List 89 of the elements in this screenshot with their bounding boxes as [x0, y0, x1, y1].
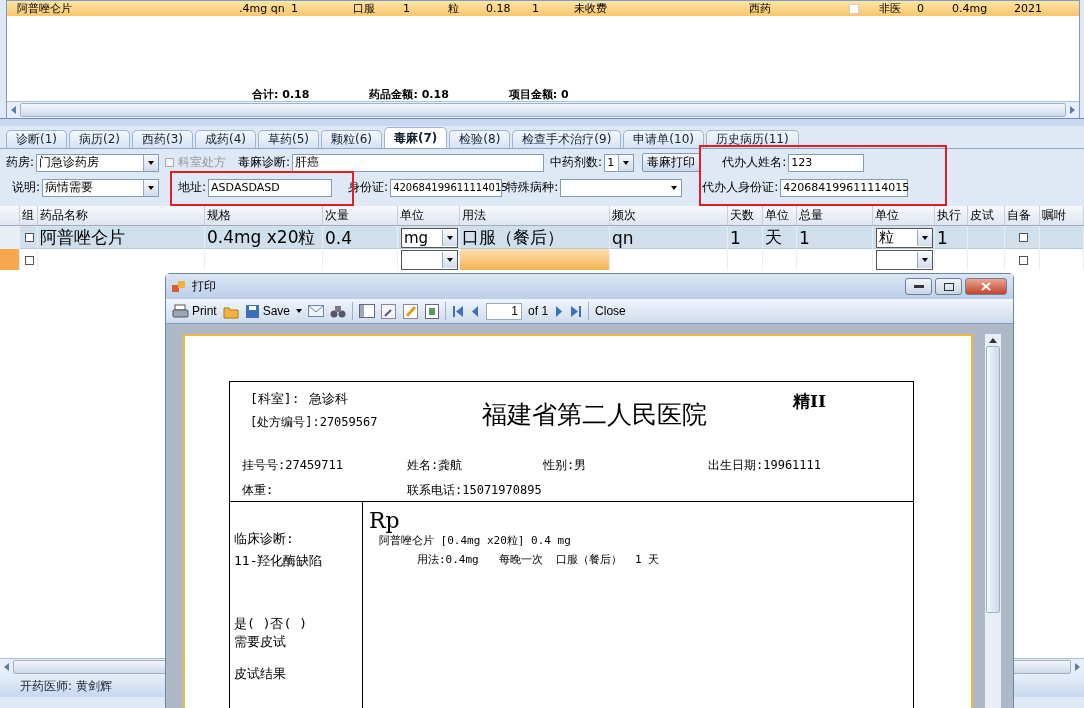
table-cell-text: 未收费: [574, 1, 608, 16]
checkbox-label: 科室处方: [178, 154, 227, 171]
table-cell-text: 口服: [353, 1, 376, 16]
tab[interactable]: 诊断(1): [6, 130, 67, 148]
table-cell-text: 0.4mg: [952, 2, 989, 15]
table-cell-text: 粒: [448, 1, 460, 16]
page-number-field[interactable]: 1: [486, 302, 523, 320]
tab[interactable]: 颗粒(6): [321, 130, 382, 148]
field-label: 中药剂数:: [550, 154, 603, 171]
column-header: 单位: [873, 206, 935, 225]
tab[interactable]: 毒麻(7): [384, 127, 448, 148]
table-cell-text: 2021: [1014, 2, 1043, 15]
tab[interactable]: 草药(5): [258, 130, 319, 148]
column-header: 组: [20, 206, 38, 225]
patient-field: 体重:: [242, 482, 407, 499]
tab[interactable]: 检查手术治疗(9): [512, 130, 622, 148]
field-label: 说明:: [12, 179, 41, 196]
agent-name-field[interactable]: 123: [788, 153, 865, 172]
column-header: 自备: [1005, 206, 1040, 225]
field-label: 特殊病种:: [506, 179, 559, 196]
diagnosis-text: 11-羟化酶缺陷: [234, 552, 324, 570]
column-header: 次量: [323, 206, 398, 225]
note-dropdown[interactable]: 病情需要: [42, 178, 160, 197]
column-header: 用法: [460, 206, 610, 225]
hospital-title: 福建省第二人民医院: [481, 399, 708, 431]
table-row[interactable]: 阿普唑仑片 0.4mg x20粒 0.4 mg 口服（餐后） qn 1 天 1 粒 1: [0, 226, 1084, 249]
table-cell-text: 0: [917, 2, 925, 15]
grid-row[interactable]: 阿普唑仑片 .4mg qn 1 口服 1 粒 0.18 1 未收费 西药 非医 0 0.4mg 2021: [7, 1, 1079, 16]
field-label: 代办人姓名:: [722, 154, 787, 171]
unit-dropdown[interactable]: mg: [401, 227, 458, 248]
dept-label: [科室]:: [250, 390, 300, 408]
total-text: 合计: 0.18: [252, 86, 310, 102]
column-header: 嘱咐: [1040, 206, 1084, 225]
patient-field: 姓名:龚航: [407, 457, 543, 474]
table-cell-text: .4mg qn: [239, 2, 286, 15]
patient-field: 性别:男: [543, 457, 708, 474]
unit-dropdown[interactable]: 粒: [876, 227, 933, 248]
close-button[interactable]: Close: [595, 304, 626, 318]
tab[interactable]: 病历(2): [69, 130, 130, 148]
column-header: 皮试: [968, 206, 1005, 225]
patient-field: 挂号号:27459711: [242, 457, 407, 474]
table-cell-text: 西药: [749, 1, 772, 16]
table-cell-text: 1: [532, 2, 540, 15]
column-header: 单位: [398, 206, 460, 225]
agent-id-field[interactable]: 420684199611114015: [780, 178, 909, 197]
window-title: 打印: [192, 278, 216, 295]
column-header: 单位: [763, 206, 797, 225]
diagnosis-label: 临床诊断:: [234, 530, 295, 548]
table-cell-text: 非医: [879, 1, 902, 16]
print-button[interactable]: Print: [172, 303, 217, 319]
tab[interactable]: 西药(3): [132, 130, 193, 148]
column-header: 药品名称: [38, 206, 205, 225]
table-cell-text: 阿普唑仑片: [17, 1, 73, 16]
diagnosis-field[interactable]: 肝癌: [292, 153, 545, 172]
rp-text: Rp: [369, 508, 401, 533]
drug-line: 阿普唑仑片 [0.4mg x20粒] 0.4 mg: [379, 533, 572, 548]
tab[interactable]: 检验(8): [449, 130, 511, 148]
tab[interactable]: 申请单(10): [623, 130, 704, 148]
skin-test-choice: 是( )否( ): [234, 615, 308, 633]
column-header: 执行: [935, 206, 968, 225]
table-cell-text: 0.18: [486, 2, 512, 15]
patient-field: 出生日期:19961111: [708, 457, 913, 474]
column-header: 频次: [610, 206, 728, 225]
field-label: 药房:: [6, 154, 35, 171]
column-header: 天数: [728, 206, 763, 225]
field-label: 代办人身份证:: [702, 179, 779, 196]
total-text: 药品金额: 0.18: [369, 86, 449, 102]
table-cell-text: 1: [403, 2, 411, 15]
column-header: 总量: [797, 206, 873, 225]
skin-test-result: 皮试结果: [234, 665, 287, 683]
page-count-text: of 1: [528, 304, 549, 318]
column-header: 规格: [205, 206, 323, 225]
field-label: 地址:: [178, 179, 207, 196]
pharmacy-dropdown[interactable]: 门急诊药房: [36, 153, 160, 172]
narcotic-print-button[interactable]: 毒麻打印: [642, 153, 701, 172]
patient-field: 联系电话:15071970895: [407, 482, 543, 499]
total-text: 项目金额: 0: [508, 86, 569, 102]
category-text: 精II: [793, 390, 827, 413]
dose-spinner[interactable]: 1: [604, 153, 635, 172]
field-label: 毒麻诊断:: [238, 154, 291, 171]
prescription-number: [处方编号]:27059567: [250, 414, 379, 431]
skin-test-text: 需要皮试: [234, 633, 287, 651]
save-button[interactable]: Save: [244, 303, 291, 319]
usage-line: 用法:0.4mg 每晚一次 口服（餐后） 1 天: [417, 552, 661, 567]
table-cell-text: 1: [291, 2, 299, 15]
tab[interactable]: 成药(4): [195, 130, 256, 148]
dept-text: 急诊科: [309, 390, 349, 408]
doctor-text: 开药医师: 黄剑辉: [20, 677, 112, 695]
address-field[interactable]: ASDASDASD: [208, 178, 333, 197]
